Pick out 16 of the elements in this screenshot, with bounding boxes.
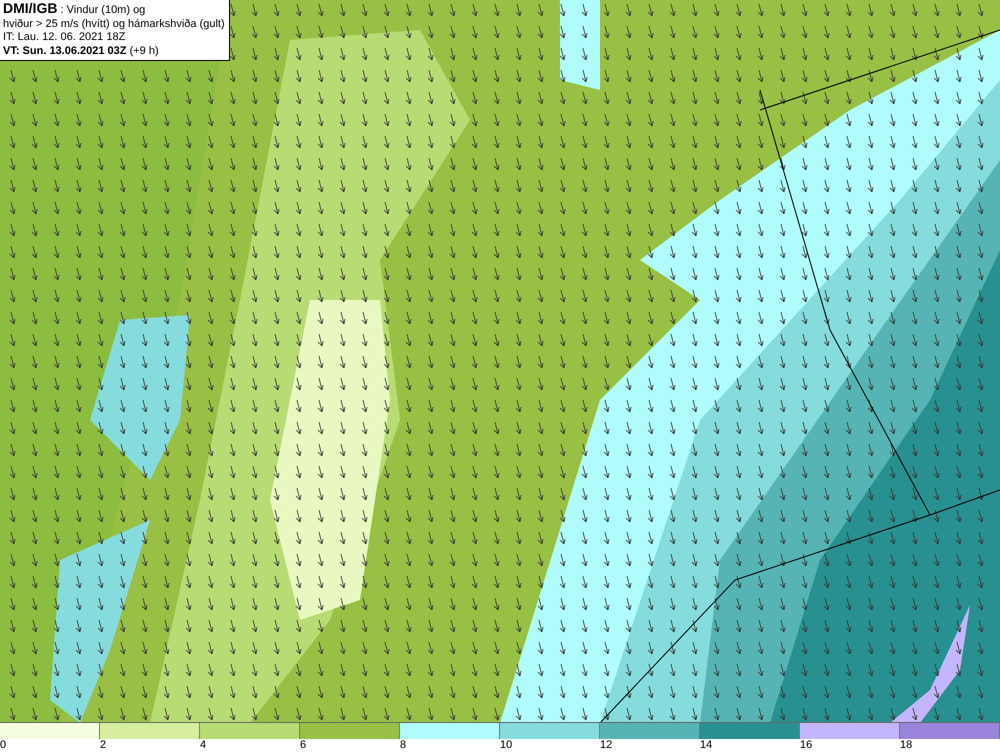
legend-tick: 12	[600, 739, 612, 752]
valid-time: VT: Sun. 13.06.2021 03Z	[3, 44, 127, 56]
legend-tick: 14	[700, 739, 712, 752]
legend-tick: 18	[900, 739, 912, 752]
legend-tick: 6	[300, 739, 306, 752]
legend-tick: 0	[0, 739, 6, 752]
title-text: : Vindur (10m) og	[60, 4, 146, 16]
legend-tick: 16	[800, 739, 812, 752]
issue-time: IT: Lau. 12. 06. 2021 18Z	[3, 31, 126, 44]
subtitle-text: hviður > 25 m/s (hvítt) og hámarkshviða (gult)	[3, 18, 225, 31]
legend-tick: 2	[100, 739, 106, 752]
legend-tick: 10	[500, 739, 512, 752]
lead-time: (+9 h)	[130, 44, 159, 56]
source-label: DMI/IGB	[3, 0, 58, 16]
legend-tick: 8	[400, 739, 406, 752]
legend-tick: 4	[200, 739, 206, 752]
